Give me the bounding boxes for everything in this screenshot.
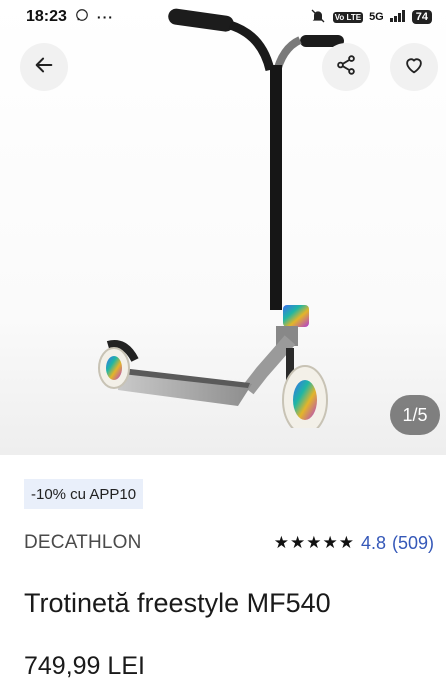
gallery-pager: 1/5 <box>390 395 440 435</box>
network-type: 5G <box>369 11 384 23</box>
star-rating-icon: ★★★★★ <box>273 533 355 552</box>
product-image-gallery[interactable]: 1/5 <box>0 0 446 455</box>
status-bar: 18:23 ··· Vo LTE 5G 74 <box>0 0 446 34</box>
whatsapp-icon <box>75 8 89 27</box>
status-time: 18:23 <box>26 8 67 25</box>
heart-icon <box>403 54 425 81</box>
rating-value: 4.8 <box>360 532 386 553</box>
volte-badge: Vo LTE <box>332 11 364 23</box>
brand-name[interactable]: DECATHLON <box>24 532 142 554</box>
brand-rating-row: DECATHLON ★★★★★ 4.8 (509) <box>24 532 434 554</box>
rating-summary[interactable]: ★★★★★ 4.8 (509) <box>274 533 434 554</box>
share-button[interactable] <box>322 43 370 91</box>
promo-badge: -10% cu APP10 <box>24 479 144 509</box>
review-count: (509) <box>391 532 434 553</box>
mute-icon <box>309 8 327 27</box>
product-title: Trotinetă freestyle MF540 <box>24 588 331 618</box>
battery-indicator: 74 <box>411 10 432 24</box>
product-page: 1/5 18:23 ··· Vo LTE 5G 74 -10% cu APP10… <box>0 0 446 699</box>
arrow-left-icon <box>33 54 55 81</box>
share-icon <box>335 54 357 81</box>
signal-icon <box>389 9 406 25</box>
back-button[interactable] <box>20 43 68 91</box>
favorite-button[interactable] <box>390 43 438 91</box>
more-notifications-icon: ··· <box>96 9 114 25</box>
product-price: 749,99 LEI <box>24 652 145 680</box>
